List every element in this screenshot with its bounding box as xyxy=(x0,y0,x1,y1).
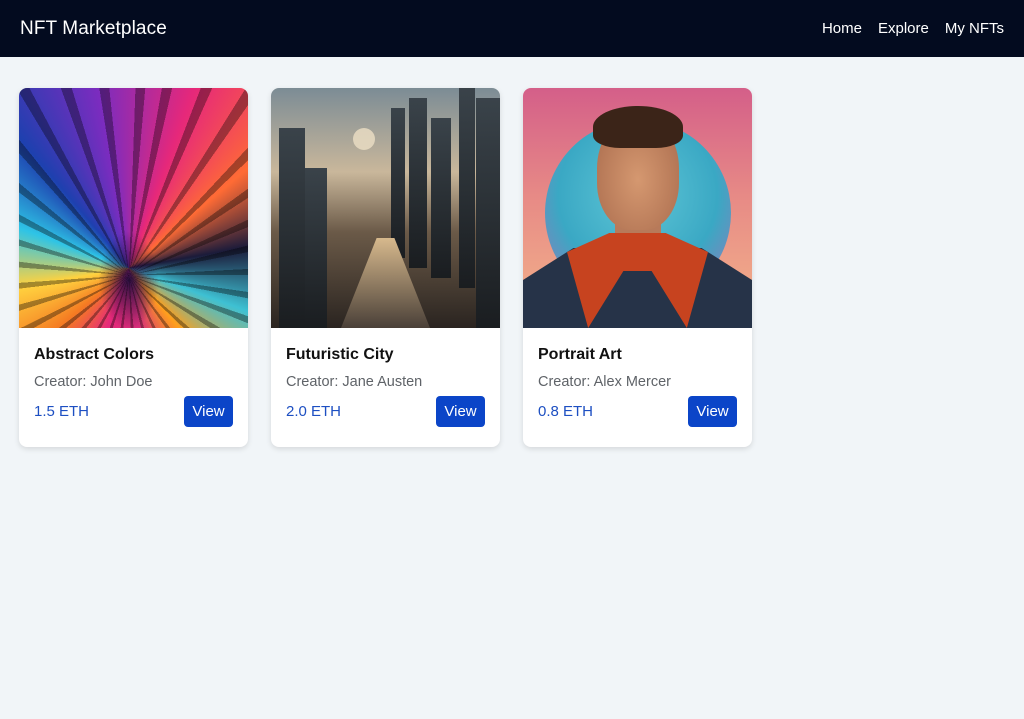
nav-link-explore[interactable]: Explore xyxy=(878,20,929,37)
nft-card-abstract-colors: Abstract Colors Creator: John Doe 1.5 ET… xyxy=(19,88,248,447)
view-button[interactable]: View xyxy=(436,396,485,427)
view-button[interactable]: View xyxy=(688,396,737,427)
nft-image-abstract-colors[interactable] xyxy=(19,88,248,328)
building-shape xyxy=(279,128,305,328)
card-footer: 1.5 ETH View xyxy=(34,396,233,427)
nft-image-futuristic-city[interactable] xyxy=(271,88,500,328)
card-footer: 0.8 ETH View xyxy=(538,396,737,427)
card-creator: Creator: John Doe xyxy=(34,374,153,390)
moon-shape xyxy=(353,128,375,150)
card-body: Abstract Colors Creator: John Doe 1.5 ET… xyxy=(19,328,248,427)
card-price: 0.8 ETH xyxy=(538,403,594,420)
building-shape xyxy=(431,118,451,278)
card-title: Portrait Art xyxy=(538,346,622,363)
card-creator: Creator: Alex Mercer xyxy=(538,374,671,390)
card-title: Abstract Colors xyxy=(34,346,155,363)
card-price: 1.5 ETH xyxy=(34,403,90,420)
building-shape xyxy=(459,88,475,288)
building-shape xyxy=(476,98,500,328)
nft-grid: Abstract Colors Creator: John Doe 1.5 ET… xyxy=(0,57,1024,478)
building-shape xyxy=(305,168,327,328)
card-body: Portrait Art Creator: Alex Mercer 0.8 ET… xyxy=(523,328,752,427)
card-title: Futuristic City xyxy=(286,346,394,363)
brand-title[interactable]: NFT Marketplace xyxy=(20,18,167,40)
building-shape xyxy=(391,108,405,258)
hair-shape xyxy=(593,106,683,148)
card-body: Futuristic City Creator: Jane Austen 2.0… xyxy=(271,328,500,427)
card-price: 2.0 ETH xyxy=(286,403,342,420)
card-creator: Creator: Jane Austen xyxy=(286,374,423,390)
building-shape xyxy=(409,98,427,268)
navbar: NFT Marketplace Home Explore My NFTs xyxy=(0,0,1024,57)
nft-card-futuristic-city: Futuristic City Creator: Jane Austen 2.0… xyxy=(271,88,500,447)
card-footer: 2.0 ETH View xyxy=(286,396,485,427)
nav-link-home[interactable]: Home xyxy=(822,20,862,37)
nav-links: Home Explore My NFTs xyxy=(822,20,1004,37)
nft-image-portrait-art[interactable] xyxy=(523,88,752,328)
nav-link-my-nfts[interactable]: My NFTs xyxy=(945,20,1004,37)
view-button[interactable]: View xyxy=(184,396,233,427)
nft-card-portrait-art: Portrait Art Creator: Alex Mercer 0.8 ET… xyxy=(523,88,752,447)
